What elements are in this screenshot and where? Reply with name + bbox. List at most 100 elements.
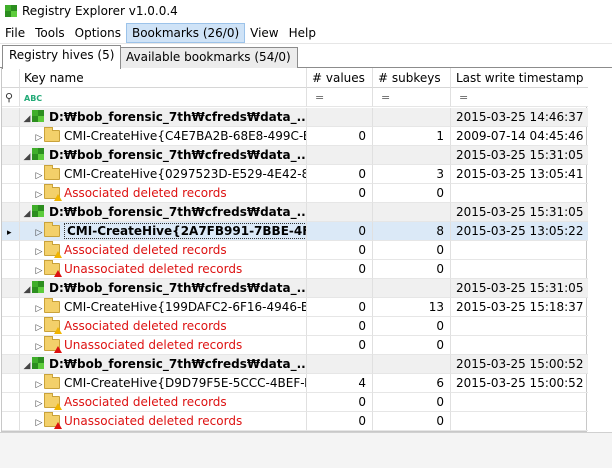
tree-row[interactable]: ▷ Unassociated deleted records 0 0 [2, 412, 588, 431]
timestamp-cell: 2015-03-25 14:46:37 [451, 108, 588, 127]
key-name-text: D:₩bob_forensic_7th₩cfreds₩data_... [49, 110, 307, 124]
subkeys-cell: 3 [373, 165, 451, 184]
hive-row[interactable]: ◢ D:₩bob_forensic_7th₩cfreds₩data_... 2015… [2, 355, 588, 374]
timestamp-cell [451, 412, 588, 431]
tree-row[interactable]: ▷ Associated deleted records 0 0 [2, 184, 588, 203]
tab-available-bookmarks[interactable]: Available bookmarks (54/0) [119, 47, 298, 68]
registry-grid: Key name # values # subkeys Last write t… [1, 68, 588, 432]
values-cell [307, 355, 373, 374]
subkeys-cell [373, 108, 451, 127]
tree-row[interactable]: ▷ CMI-CreateHive{D9D79F5E-5CCC-4BEF-B... 4… [2, 374, 588, 393]
tree-row[interactable]: ▷ Associated deleted records 0 0 [2, 317, 588, 336]
key-name-text: Unassociated deleted records [64, 262, 243, 276]
menu-tools[interactable]: Tools [30, 23, 70, 43]
menu-view[interactable]: View [245, 23, 283, 43]
hive-row[interactable]: ◢ D:₩bob_forensic_7th₩cfreds₩data_... 2015… [2, 146, 588, 165]
expand-icon[interactable]: ▷ [34, 262, 44, 278]
abc-filter-icon[interactable]: ABC [20, 94, 42, 103]
key-name-text: Associated deleted records [64, 243, 227, 257]
tree-row[interactable]: ▷ CMI-CreateHive{199DAFC2-6F16-4946-B... 0… [2, 298, 588, 317]
expand-icon[interactable]: ▷ [34, 186, 44, 202]
subkeys-cell: 0 [373, 184, 451, 203]
collapse-icon[interactable]: ◢ [22, 205, 32, 221]
tree-row[interactable]: ▸ ▷ CMI-CreateHive{2A7FB991-7BBE-4F... 0 8 20… [2, 222, 588, 241]
key-name-text: Associated deleted records [64, 395, 227, 409]
key-name-text: Unassociated deleted records [64, 414, 243, 428]
timestamp-cell: 2015-03-25 13:05:41 [451, 165, 588, 184]
tree-row[interactable]: ▷ Associated deleted records 0 0 [2, 241, 588, 260]
expand-icon[interactable]: ▷ [34, 243, 44, 259]
tab-registry-hives[interactable]: Registry hives (5) [2, 45, 122, 69]
key-name-text: CMI-CreateHive{199DAFC2-6F16-4946-B... [64, 300, 307, 314]
expand-icon[interactable]: ▷ [34, 129, 44, 145]
key-name-text: D:₩bob_forensic_7th₩cfreds₩data_... [49, 148, 307, 162]
pin-icon[interactable]: ⚲ [2, 91, 13, 104]
timestamp-cell: 2015-03-25 15:31:05 [451, 146, 588, 165]
tree-row[interactable]: ▷ CMI-CreateHive{0297523D-E529-4E42-8... 0… [2, 165, 588, 184]
hive-icon [32, 110, 46, 123]
filter-subkeys[interactable]: = [373, 88, 451, 107]
expand-icon[interactable]: ▷ [34, 167, 44, 183]
expand-icon[interactable]: ▷ [34, 224, 44, 240]
filter-values[interactable]: = [307, 88, 373, 107]
menu-bar: File Tools Options Bookmarks (26/0) View… [0, 22, 612, 44]
key-name-text: Unassociated deleted records [64, 338, 243, 352]
menu-help[interactable]: Help [284, 23, 321, 43]
col-subkeys[interactable]: # subkeys [373, 68, 451, 88]
status-bar [0, 432, 612, 468]
filter-row: ⚲ ABC = = = [2, 88, 588, 107]
folder-error-icon [44, 336, 62, 353]
timestamp-cell [451, 241, 588, 260]
hive-icon [32, 357, 46, 370]
col-values[interactable]: # values [307, 68, 373, 88]
folder-icon [44, 298, 60, 313]
key-name-text: CMI-CreateHive{D9D79F5E-5CCC-4BEF-B... [64, 376, 307, 390]
collapse-icon[interactable]: ◢ [22, 281, 32, 297]
expand-icon[interactable]: ▷ [34, 414, 44, 430]
tree-row[interactable]: ▷ CMI-CreateHive{C4E7BA2B-68E8-499C-B... 0… [2, 127, 588, 146]
subkeys-cell: 0 [373, 393, 451, 412]
menu-file[interactable]: File [0, 23, 30, 43]
subkeys-cell [373, 279, 451, 298]
values-cell: 0 [307, 222, 373, 241]
expand-icon[interactable]: ▷ [34, 300, 44, 316]
window-title: Registry Explorer v1.0.0.4 [22, 4, 178, 18]
values-cell: 0 [307, 241, 373, 260]
hive-row[interactable]: ◢ D:₩bob_forensic_7th₩cfreds₩data_... 2015… [2, 203, 588, 222]
timestamp-cell: 2015-03-25 15:31:05 [451, 279, 588, 298]
expand-icon[interactable]: ▷ [34, 395, 44, 411]
expand-icon[interactable]: ▷ [34, 338, 44, 354]
values-cell: 4 [307, 374, 373, 393]
subkeys-cell [373, 146, 451, 165]
hive-icon [32, 205, 46, 218]
timestamp-cell: 2009-07-14 04:45:46 [451, 127, 588, 146]
values-cell: 0 [307, 165, 373, 184]
expand-icon[interactable]: ▷ [34, 376, 44, 392]
app-icon [4, 4, 18, 18]
collapse-icon[interactable]: ◢ [22, 110, 32, 126]
subkeys-cell: 1 [373, 127, 451, 146]
title-bar: Registry Explorer v1.0.0.4 [0, 0, 612, 22]
col-timestamp[interactable]: Last write timestamp [451, 68, 588, 88]
expand-icon[interactable]: ▷ [34, 319, 44, 335]
col-key-name[interactable]: Key name [20, 68, 307, 88]
hive-row[interactable]: ◢ D:₩bob_forensic_7th₩cfreds₩data_... 2015… [2, 108, 588, 127]
collapse-icon[interactable]: ◢ [22, 357, 32, 373]
subkeys-cell [373, 355, 451, 374]
timestamp-cell [451, 260, 588, 279]
tree-row[interactable]: ▷ Unassociated deleted records 0 0 [2, 260, 588, 279]
subkeys-cell [373, 203, 451, 222]
filter-timestamp[interactable]: = [451, 88, 588, 107]
values-cell: 0 [307, 393, 373, 412]
menu-bookmarks[interactable]: Bookmarks (26/0) [125, 22, 246, 43]
timestamp-cell: 2015-03-25 13:05:22 [451, 222, 588, 241]
key-name-text: D:₩bob_forensic_7th₩cfreds₩data_... [49, 281, 307, 295]
menu-options[interactable]: Options [70, 23, 126, 43]
hive-row[interactable]: ◢ D:₩bob_forensic_7th₩cfreds₩data_... 2015… [2, 279, 588, 298]
tree-row[interactable]: ▷ Unassociated deleted records 0 0 [2, 336, 588, 355]
values-cell: 0 [307, 127, 373, 146]
tree-row[interactable]: ▷ Associated deleted records 0 0 [2, 393, 588, 412]
collapse-icon[interactable]: ◢ [22, 148, 32, 164]
folder-icon [44, 127, 60, 142]
values-cell: 0 [307, 260, 373, 279]
